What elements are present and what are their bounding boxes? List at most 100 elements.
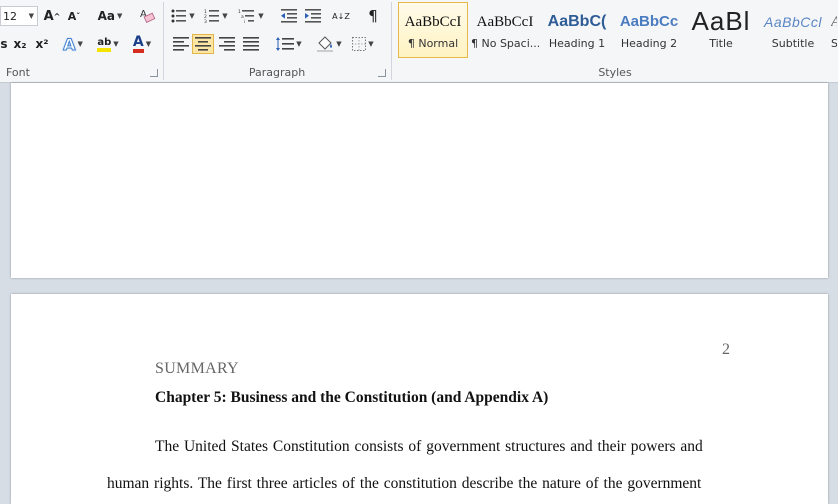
body-text-line: The United States Constitution consists … <box>155 438 703 455</box>
style-sample: A <box>831 3 837 37</box>
increase-indent-icon <box>305 9 321 23</box>
style-sample: AaBbC( <box>547 13 607 30</box>
clear-formatting-button[interactable]: A <box>136 4 158 26</box>
paragraph-group: ▼ 1 2 3 ▼ 1 a i ▼ A↓Z ¶ ▼ ▼ ▼ Paragraph <box>164 0 390 82</box>
caret-up-icon: ^ <box>53 11 61 21</box>
document-canvas[interactable]: 2 SUMMARY Chapter 5: Business and the Co… <box>0 83 838 504</box>
increase-indent-button[interactable] <box>302 6 324 26</box>
style-no-spacing[interactable]: AaBbCcI ¶ No Spaci... <box>470 2 540 58</box>
pilcrow-icon: ¶ <box>368 7 378 25</box>
align-left-icon <box>173 37 189 51</box>
strike-icon: s <box>0 37 8 51</box>
paragraph-group-label: Paragraph <box>248 66 306 79</box>
change-case-button[interactable]: Aa ▼ <box>94 6 126 26</box>
body-text-line: human rights. The first three articles o… <box>107 475 702 492</box>
sort-icon: A↓Z <box>332 11 350 21</box>
page-1[interactable] <box>11 83 828 278</box>
bullets-icon <box>171 9 187 23</box>
decrease-indent-button[interactable] <box>278 6 300 26</box>
chevron-down-icon: ▼ <box>258 12 264 20</box>
subscript-button[interactable]: x₂ <box>10 34 30 54</box>
chevron-down-icon: ▼ <box>189 12 195 20</box>
multilevel-list-icon: 1 a i <box>238 9 255 23</box>
subscript-icon: x₂ <box>13 37 27 51</box>
caret-down-icon: ˇ <box>76 11 81 21</box>
change-case-icon: Aa <box>97 9 115 23</box>
style-sample: AaBl <box>691 6 751 36</box>
styles-group-label: Styles <box>598 66 632 79</box>
superscript-button[interactable]: x² <box>32 34 52 54</box>
page-2[interactable]: 2 SUMMARY Chapter 5: Business and the Co… <box>11 294 828 504</box>
style-name: Title <box>709 37 733 50</box>
grow-font-icon: A <box>43 8 54 24</box>
borders-icon <box>352 37 367 51</box>
align-center-button[interactable] <box>192 34 214 54</box>
font-color-button[interactable]: A ▼ <box>126 34 158 54</box>
style-name: Heading 1 <box>548 37 606 50</box>
align-left-button[interactable] <box>170 34 192 54</box>
sort-button[interactable]: A↓Z <box>330 4 352 28</box>
chevron-down-icon: ▼ <box>222 12 228 20</box>
borders-button[interactable]: ▼ <box>348 34 378 54</box>
style-heading-1[interactable]: AaBbC( Heading 1 <box>542 2 612 58</box>
page-number: 2 <box>722 341 730 358</box>
numbering-button[interactable]: 1 2 3 ▼ <box>202 6 230 26</box>
align-center-icon <box>195 37 211 51</box>
style-heading-2[interactable]: AaBbCc Heading 2 <box>614 2 684 58</box>
style-name: Heading 2 <box>620 37 678 50</box>
chevron-down-icon: ▼ <box>117 12 123 20</box>
clear-formatting-icon: A <box>140 9 156 23</box>
chevron-down-icon: ▼ <box>145 40 152 48</box>
decrease-indent-icon <box>281 9 297 23</box>
multilevel-list-button[interactable]: 1 a i ▼ <box>236 6 266 26</box>
style-name: Sub <box>831 37 838 50</box>
style-name: ¶ Normal <box>407 37 459 50</box>
align-right-icon <box>219 37 235 51</box>
line-spacing-icon <box>276 37 295 51</box>
style-normal[interactable]: AaBbCcI ¶ Normal <box>398 2 468 58</box>
styles-gallery: AaBbCcI ¶ Normal AaBbCcI ¶ No Spaci... A… <box>398 2 838 60</box>
line-spacing-button[interactable]: ▼ <box>274 34 304 54</box>
style-sample: AaBbCcl <box>764 14 822 30</box>
style-subtitle[interactable]: AaBbCcl Subtitle <box>758 2 828 58</box>
highlight-button[interactable]: ab ▼ <box>92 34 124 54</box>
chapter-heading: Chapter 5: Business and the Constitution… <box>155 389 549 406</box>
style-title[interactable]: AaBl Title <box>686 2 756 58</box>
svg-text:3: 3 <box>204 19 207 23</box>
running-head: SUMMARY <box>155 360 239 377</box>
style-sample: AaBbCcI <box>404 14 462 30</box>
align-right-button[interactable] <box>216 34 238 54</box>
bullets-button[interactable]: ▼ <box>170 6 196 26</box>
text-effects-button[interactable]: A ▼ <box>62 34 84 54</box>
text-effects-icon: A <box>63 34 76 54</box>
chevron-down-icon: ▼ <box>28 12 34 20</box>
shading-button[interactable]: ▼ <box>314 34 344 54</box>
font-size-value: 12 <box>3 9 17 23</box>
font-dialog-launcher-icon[interactable] <box>150 69 158 77</box>
highlighter-icon: ab <box>97 37 112 52</box>
style-sample: AaBbCcI <box>476 14 534 30</box>
justify-button[interactable] <box>240 34 262 54</box>
superscript-icon: x² <box>35 37 49 51</box>
paragraph-dialog-launcher-icon[interactable] <box>378 69 386 77</box>
grow-font-button[interactable]: A ^ <box>42 6 62 26</box>
numbering-icon: 1 2 3 <box>204 9 220 23</box>
font-size-combobox[interactable]: 12 ▼ <box>0 6 38 26</box>
strikethrough-button[interactable]: s <box>0 34 8 54</box>
chevron-down-icon: ▼ <box>77 40 83 48</box>
justify-icon <box>243 37 259 51</box>
chevron-down-icon: ▼ <box>296 40 302 48</box>
show-hide-marks-button[interactable]: ¶ <box>362 6 384 26</box>
style-subtle-emphasis[interactable]: A Sub <box>830 2 838 58</box>
shrink-font-icon: A <box>67 9 77 23</box>
chevron-down-icon: ▼ <box>368 40 374 48</box>
style-name: ¶ No Spaci... <box>471 37 540 50</box>
paint-bucket-icon <box>317 36 334 52</box>
chevron-down-icon: ▼ <box>336 40 342 48</box>
shrink-font-button[interactable]: Aˇ <box>64 6 84 26</box>
chevron-down-icon: ▼ <box>113 40 119 48</box>
font-group-label: Font <box>6 66 30 79</box>
svg-text:i: i <box>244 19 245 23</box>
style-sample: AaBbCc <box>619 13 679 30</box>
font-color-icon: A <box>132 35 144 53</box>
